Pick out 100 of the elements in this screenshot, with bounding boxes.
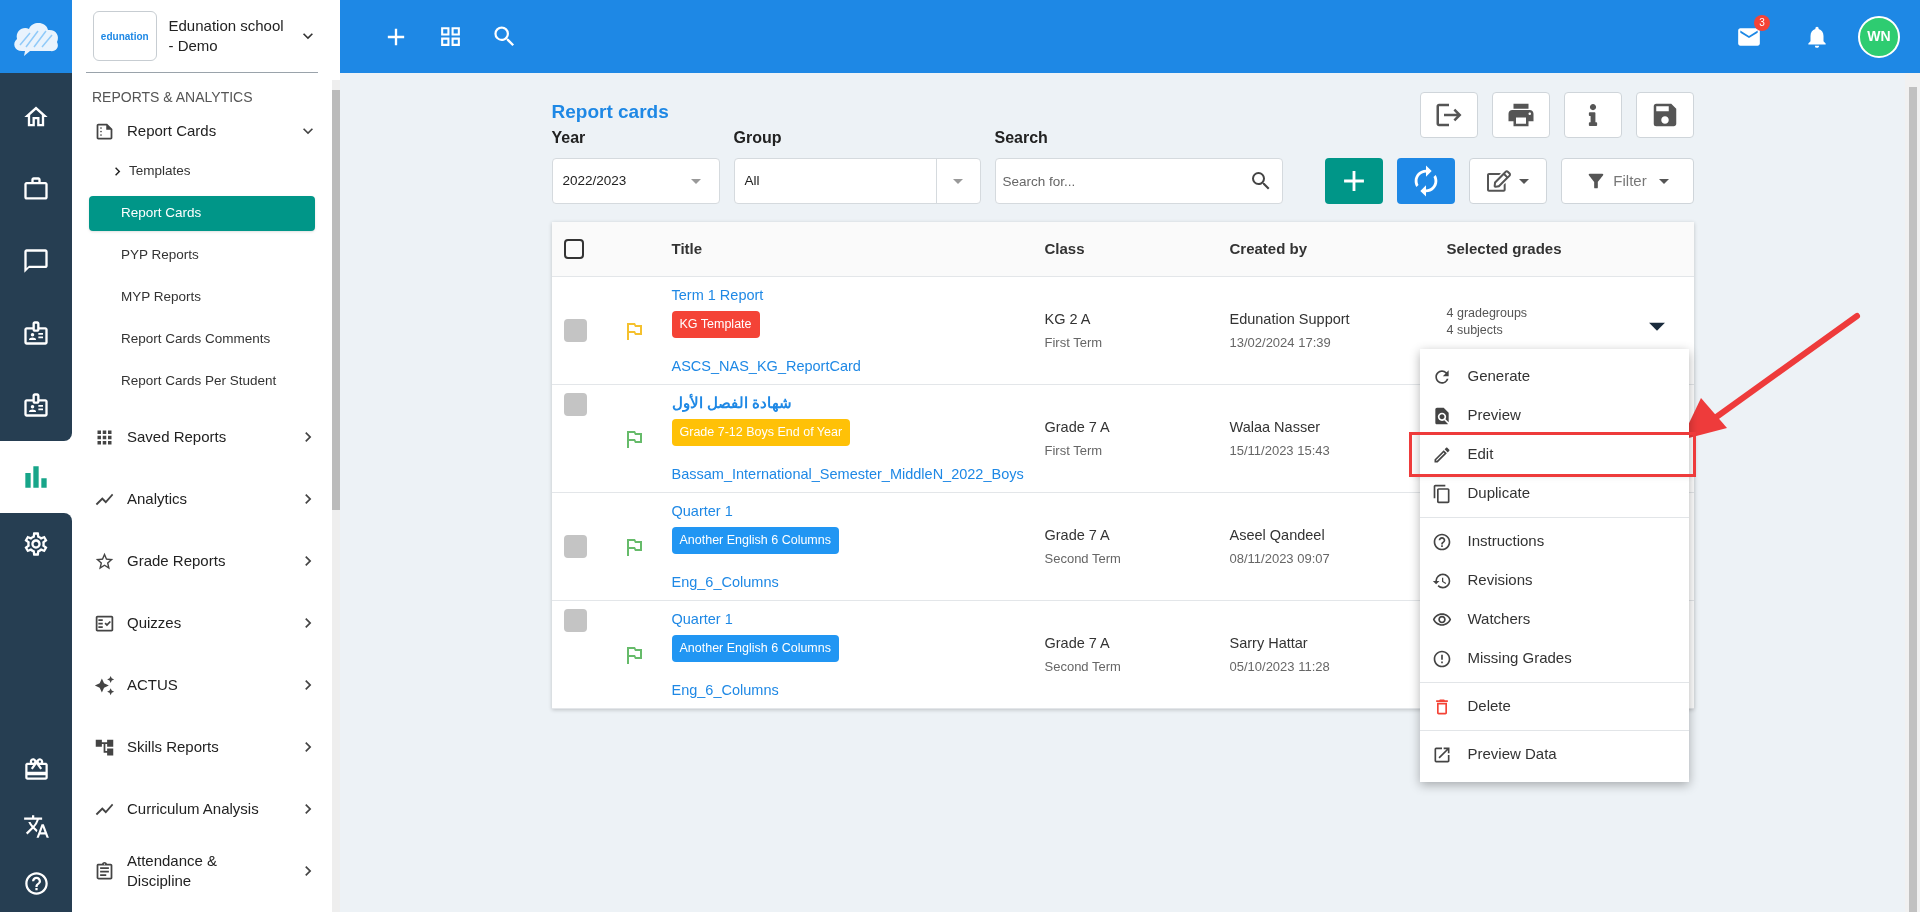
id-card-icon[interactable] <box>22 391 50 419</box>
nav-subitem[interactable]: Report Cards <box>89 196 315 231</box>
column-header: Title <box>671 239 703 257</box>
caret-icon <box>1518 178 1529 184</box>
class-name: Grade 7 A <box>1044 417 1111 437</box>
print-button[interactable] <box>1491 92 1550 138</box>
field-label: Group <box>733 128 783 148</box>
clipboard-icon <box>94 860 115 882</box>
created-date: 08/11/2023 09:07 <box>1229 549 1330 568</box>
template-tag: Another English 6 Columns <box>671 634 839 662</box>
edit-dropdown-button[interactable] <box>1468 158 1547 204</box>
nav-item[interactable]: Quizzes <box>86 592 318 654</box>
nav-item[interactable]: Curriculum Analysis <box>86 778 318 840</box>
creator-name: Sarry Hattar <box>1229 633 1308 653</box>
template-link[interactable]: Bassam_International_Semester_MiddleN_2022_Boys <box>671 450 1032 484</box>
template-tag: Another English 6 Columns <box>671 526 839 554</box>
checkbox[interactable] <box>563 319 587 342</box>
term-name: Second Term <box>1044 549 1122 568</box>
class-name: Grade 7 A <box>1044 633 1111 653</box>
creator-name: Aseel Qandeel <box>1229 525 1325 545</box>
nav-subitem[interactable]: Report Cards Per Student <box>89 364 315 399</box>
nav-subitem[interactable]: MYP Reports <box>89 280 315 315</box>
notification-badge: 3 <box>1754 14 1770 31</box>
edit-icon <box>1486 169 1511 193</box>
checkbox[interactable] <box>563 535 587 558</box>
menu-item[interactable]: Generate <box>1419 357 1689 396</box>
filter-button[interactable]: Filter <box>1560 158 1694 204</box>
checkbox[interactable] <box>563 393 587 416</box>
menu-item[interactable]: Edit <box>1411 435 1693 474</box>
grid-icon[interactable] <box>438 24 463 49</box>
page-title: Report cards <box>551 100 669 124</box>
report-title-link[interactable]: Quarter 1 <box>671 501 733 523</box>
help-icon[interactable] <box>22 870 50 897</box>
creator-name: Edunation Support <box>1229 309 1350 329</box>
caret-icon <box>953 178 963 184</box>
add-button[interactable] <box>1324 158 1383 204</box>
report-title-link[interactable]: شهادة الفصل الأول <box>671 393 792 415</box>
menu-item[interactable]: Instructions <box>1419 522 1689 561</box>
export-button[interactable] <box>1419 92 1478 138</box>
column-header: Class <box>1044 239 1085 257</box>
column-header: Created by <box>1229 239 1308 257</box>
chat-icon[interactable] <box>22 247 50 275</box>
menu-item[interactable]: Revisions <box>1419 561 1689 600</box>
gift-icon[interactable] <box>22 756 50 783</box>
caret-icon <box>1658 178 1669 184</box>
template-link[interactable]: ASCS_NAS_KG_ReportCard <box>671 342 1032 376</box>
grade-summary: 4 gradegroups <box>1446 305 1529 322</box>
group-select[interactable]: All <box>733 158 981 204</box>
nav-item[interactable]: Skills Reports <box>86 716 318 778</box>
creator-name: Walaa Nasser <box>1229 417 1321 437</box>
nav-subitem[interactable]: Report Cards Comments <box>89 322 315 357</box>
menu-item[interactable]: Preview Data <box>1419 735 1689 774</box>
term-name: Second Term <box>1044 657 1122 676</box>
term-name: First Term <box>1044 333 1104 352</box>
copy-icon <box>1431 483 1452 504</box>
nav-item[interactable]: ACTUS <box>86 654 318 716</box>
nav-subitem[interactable]: PYP Reports <box>89 238 315 273</box>
nav-group[interactable]: Templates <box>89 154 315 189</box>
menu-item[interactable]: Delete <box>1419 687 1689 726</box>
grade-summary: 4 subjects <box>1446 322 1504 339</box>
nav-item[interactable]: Analytics <box>86 468 318 530</box>
menu-item[interactable]: Duplicate <box>1419 474 1689 513</box>
refresh-button[interactable] <box>1396 158 1455 204</box>
menu-item[interactable]: Preview <box>1419 396 1689 435</box>
id-card-icon[interactable] <box>22 319 50 347</box>
school-name[interactable]: Edunation school - Demo <box>168 16 287 56</box>
menu-item[interactable]: Watchers <box>1419 600 1689 639</box>
save-button[interactable] <box>1635 92 1694 138</box>
field-label: Year <box>551 128 587 148</box>
search-field[interactable]: Search for... <box>994 158 1283 204</box>
menu-item[interactable]: Missing Grades <box>1419 639 1689 678</box>
template-tag: Grade 7-12 Boys End of Year <box>671 418 851 446</box>
briefcase-icon[interactable] <box>22 175 50 203</box>
nav-item[interactable]: Attendance & Discipline <box>86 840 318 902</box>
sparkle-icon <box>94 674 115 696</box>
scrollbar[interactable] <box>1905 73 1920 912</box>
info-button[interactable] <box>1563 92 1622 138</box>
created-date: 05/10/2023 11:28 <box>1229 657 1330 676</box>
star-icon <box>94 550 115 572</box>
nav-item[interactable]: Saved Reports <box>86 406 318 468</box>
field-label: Search <box>994 128 1049 148</box>
class-name: Grade 7 A <box>1044 525 1111 545</box>
created-date: 15/11/2023 15:43 <box>1229 441 1330 460</box>
template-link[interactable]: Eng_6_Columns <box>671 558 1032 592</box>
translate-icon[interactable] <box>22 813 50 840</box>
year-select[interactable]: 2022/2023 <box>551 158 720 204</box>
checkbox[interactable] <box>563 239 584 259</box>
section-title: REPORTS & ANALYTICS <box>91 88 254 107</box>
nav-item[interactable]: Grade Reports <box>86 530 318 592</box>
template-link[interactable]: Eng_6_Columns <box>671 666 1032 700</box>
report-title-link[interactable]: Term 1 Report <box>671 285 764 307</box>
nav-item[interactable]: Report Cards <box>86 108 318 154</box>
scrollbar[interactable] <box>332 80 340 912</box>
alert-icon <box>1431 648 1452 669</box>
checkbox[interactable] <box>563 609 587 632</box>
report-title-link[interactable]: Quarter 1 <box>671 609 733 631</box>
term-name: First Term <box>1044 441 1104 460</box>
template-tag: KG Template <box>671 310 760 338</box>
settings-icon[interactable] <box>22 530 50 558</box>
help-icon <box>1431 531 1452 552</box>
